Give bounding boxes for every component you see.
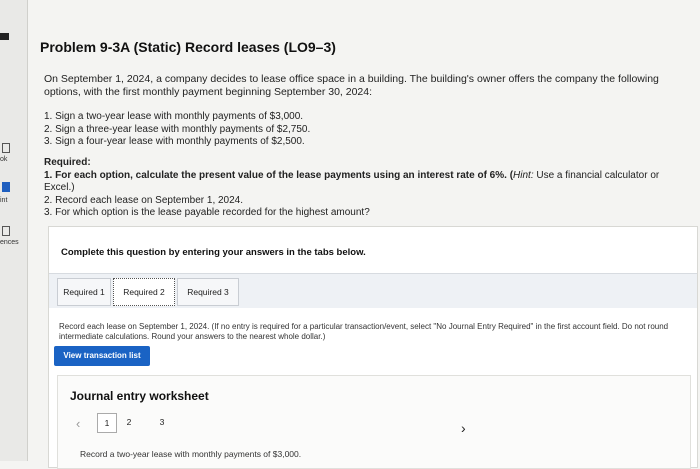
tab-instruction: Record each lease on September 1, 2024. … <box>59 322 669 341</box>
view-transaction-list-button[interactable]: View transaction list <box>54 346 150 366</box>
option-1: 1. Sign a two-year lease with monthly pa… <box>44 111 304 122</box>
answer-panel: Complete this question by entering your … <box>48 226 698 469</box>
tab-required-1[interactable]: Required 1 <box>57 278 111 306</box>
required-heading: Required: <box>44 157 91 168</box>
option-2: 2. Sign a three-year lease with monthly … <box>44 123 311 135</box>
required-1-hint: Hint: <box>513 169 534 181</box>
problem-intro: On September 1, 2024, a company decides … <box>44 73 659 98</box>
left-sidebar: ok int ences <box>0 0 28 461</box>
worksheet-page-3[interactable]: 3 <box>153 413 171 431</box>
worksheet-page-2[interactable]: 2 <box>120 413 138 431</box>
chevron-left-icon[interactable]: ‹ <box>76 416 80 431</box>
main-content: Problem 9-3A (Static) Record leases (LO9… <box>28 0 700 469</box>
print-icon[interactable] <box>2 182 10 192</box>
sidebar-marker <box>0 33 9 40</box>
sidebar-label-1: ok <box>0 156 8 163</box>
required-2: 2. Record each lease on September 1, 202… <box>44 194 244 206</box>
tab-required-2[interactable]: Required 2 <box>113 278 175 306</box>
required-1-text: 1. For each option, calculate the presen… <box>44 169 514 181</box>
references-icon[interactable] <box>2 226 10 236</box>
journal-entry-worksheet: Journal entry worksheet ‹ 1 2 3 › Record… <box>57 375 691 469</box>
tab-required-3[interactable]: Required 3 <box>177 278 239 306</box>
worksheet-description: Record a two-year lease with monthly pay… <box>80 449 302 459</box>
required-section: Required: 1. For each option, calculate … <box>44 157 684 220</box>
tab-bar: Required 1 Required 2 Required 3 <box>49 273 697 308</box>
worksheet-page-1[interactable]: 1 <box>97 413 117 433</box>
complete-instruction: Complete this question by entering your … <box>61 247 366 258</box>
problem-title: Problem 9-3A (Static) Record leases (LO9… <box>40 39 336 55</box>
option-3: 3. Sign a four-year lease with monthly p… <box>44 136 305 147</box>
options-list: 1. Sign a two-year lease with monthly pa… <box>44 111 310 149</box>
required-3: 3. For which option is the lease payable… <box>44 207 370 218</box>
book-icon[interactable] <box>2 143 10 153</box>
sidebar-label-3: ences <box>0 239 19 246</box>
worksheet-title: Journal entry worksheet <box>70 389 209 403</box>
sidebar-label-2: int <box>0 197 8 204</box>
required-1: 1. For each option, calculate the presen… <box>44 170 684 195</box>
chevron-right-icon[interactable]: › <box>461 420 466 436</box>
